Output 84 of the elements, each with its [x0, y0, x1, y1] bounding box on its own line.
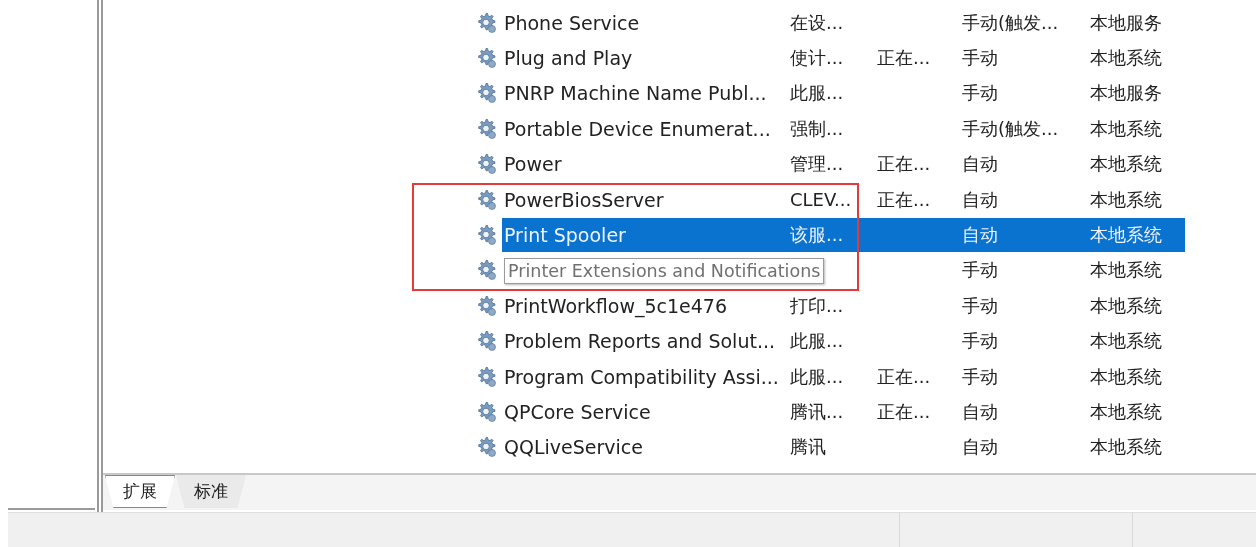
- service-name: PrintWorkflow_5c1e476: [504, 294, 728, 317]
- startup-type: 手动(触发...: [962, 117, 1059, 139]
- service-status: 正在...: [877, 188, 931, 210]
- service-name: PNRP Machine Name Publ...: [504, 82, 767, 105]
- service-name: Program Compatibility Assi...: [504, 365, 779, 388]
- gear-icon: [475, 294, 497, 317]
- logon-account: 本地系统: [1090, 436, 1162, 458]
- startup-type: 手动: [962, 365, 998, 387]
- service-description: 该服...: [790, 224, 844, 246]
- logon-account: 本地系统: [1090, 153, 1162, 175]
- service-status: 正在...: [877, 47, 931, 69]
- service-row[interactable]: Printer Extensions and Notifications 手动 本地系统: [502, 253, 1185, 288]
- startup-type: 自动: [962, 153, 998, 175]
- service-description: 此服...: [790, 365, 844, 387]
- logon-account: 本地系统: [1090, 117, 1162, 139]
- startup-type: 自动: [962, 436, 998, 458]
- name-tooltip: Printer Extensions and Notifications: [504, 258, 825, 285]
- startup-type: 手动: [962, 259, 998, 281]
- logon-account: 本地系统: [1090, 188, 1162, 210]
- gear-icon: [475, 330, 497, 353]
- service-name: QQLiveService: [504, 436, 643, 459]
- service-description: 强制...: [790, 117, 844, 139]
- startup-type: 手动(触发...: [962, 11, 1059, 33]
- startup-type: 手动: [962, 294, 998, 316]
- service-row[interactable]: PNRP Machine Name Publ... 此服... 手动 本地服务: [502, 76, 1185, 111]
- service-description: 管理...: [790, 153, 844, 175]
- service-row[interactable]: PowerBiosServer CLEV... 正在... 自动 本地系统: [502, 182, 1185, 217]
- service-row[interactable]: PrintWorkflow_5c1e476 打印... 手动 本地系统: [502, 288, 1185, 323]
- service-name: Print Spooler: [504, 224, 626, 247]
- logon-account: 本地系统: [1090, 330, 1162, 352]
- logon-account: 本地系统: [1090, 294, 1162, 316]
- service-description: 使计...: [790, 47, 844, 69]
- service-name: Plug and Play: [504, 47, 633, 70]
- view-tab[interactable]: 扩展: [105, 475, 175, 508]
- gear-icon: [475, 188, 497, 211]
- gear-icon: [475, 11, 497, 34]
- service-row[interactable]: QPCore Service 腾讯... 正在... 自动 本地系统: [502, 395, 1185, 429]
- service-status: 正在...: [877, 153, 931, 175]
- startup-type: 手动: [962, 330, 998, 352]
- logon-account: 本地服务: [1090, 82, 1162, 104]
- service-description: 腾讯: [790, 436, 826, 458]
- service-row[interactable]: QQLiveService 腾讯 自动 本地系统: [502, 430, 1185, 465]
- logon-account: 本地服务: [1090, 11, 1162, 33]
- service-row[interactable]: Phone Service 在设... 手动(触发... 本地服务: [502, 5, 1185, 40]
- gear-icon: [475, 436, 497, 459]
- startup-type: 手动: [962, 47, 998, 69]
- startup-type: 自动: [962, 188, 998, 210]
- gear-icon: [475, 153, 497, 176]
- logon-account: 本地系统: [1090, 401, 1162, 422]
- gear-icon: [475, 224, 497, 247]
- logon-account: 本地系统: [1090, 365, 1162, 387]
- gear-icon: [475, 82, 497, 105]
- startup-type: 手动: [962, 82, 998, 104]
- service-name: Problem Reports and Solut...: [504, 330, 775, 353]
- service-name: PowerBiosServer: [504, 188, 664, 211]
- gear-icon: [475, 259, 497, 282]
- logon-account: 本地系统: [1090, 47, 1162, 69]
- gear-icon: [475, 365, 497, 388]
- startup-type: 自动: [962, 401, 998, 422]
- service-name: Power: [504, 153, 562, 176]
- service-row[interactable]: Program Compatibility Assi... 此服... 正在... 手动 本地系统: [502, 359, 1185, 394]
- service-row[interactable]: Power 管理... 正在... 自动 本地系统: [502, 147, 1185, 182]
- logon-account: 本地系统: [1090, 259, 1162, 281]
- service-description: 打印...: [790, 294, 844, 316]
- service-description: 在设...: [790, 11, 844, 33]
- view-tab[interactable]: 标准: [176, 475, 246, 508]
- service-description: 此服...: [790, 82, 844, 104]
- service-name: Portable Device Enumerat...: [504, 117, 771, 140]
- service-name: QPCore Service: [504, 401, 651, 423]
- service-row[interactable]: Portable Device Enumerat... 强制... 手动(触发... 本地系统: [502, 111, 1185, 146]
- logon-account: 本地系统: [1090, 224, 1162, 246]
- service-description: 腾讯...: [790, 401, 844, 422]
- startup-type: 自动: [962, 224, 998, 246]
- service-status: 正在...: [877, 401, 931, 422]
- service-row[interactable]: Problem Reports and Solut... 此服... 手动 本地系统: [502, 324, 1185, 359]
- gear-icon: [475, 401, 497, 423]
- selected-row[interactable]: Print Spooler 该服... 自动 本地系统: [502, 218, 1185, 253]
- service-description: 此服...: [790, 330, 844, 352]
- service-status: 正在...: [877, 365, 931, 387]
- service-description: CLEV...: [790, 189, 852, 211]
- service-name: Phone Service: [504, 11, 640, 34]
- service-row[interactable]: Plug and Play 使计... 正在... 手动 本地系统: [502, 41, 1185, 76]
- gear-icon: [475, 47, 497, 70]
- gear-icon: [475, 117, 497, 140]
